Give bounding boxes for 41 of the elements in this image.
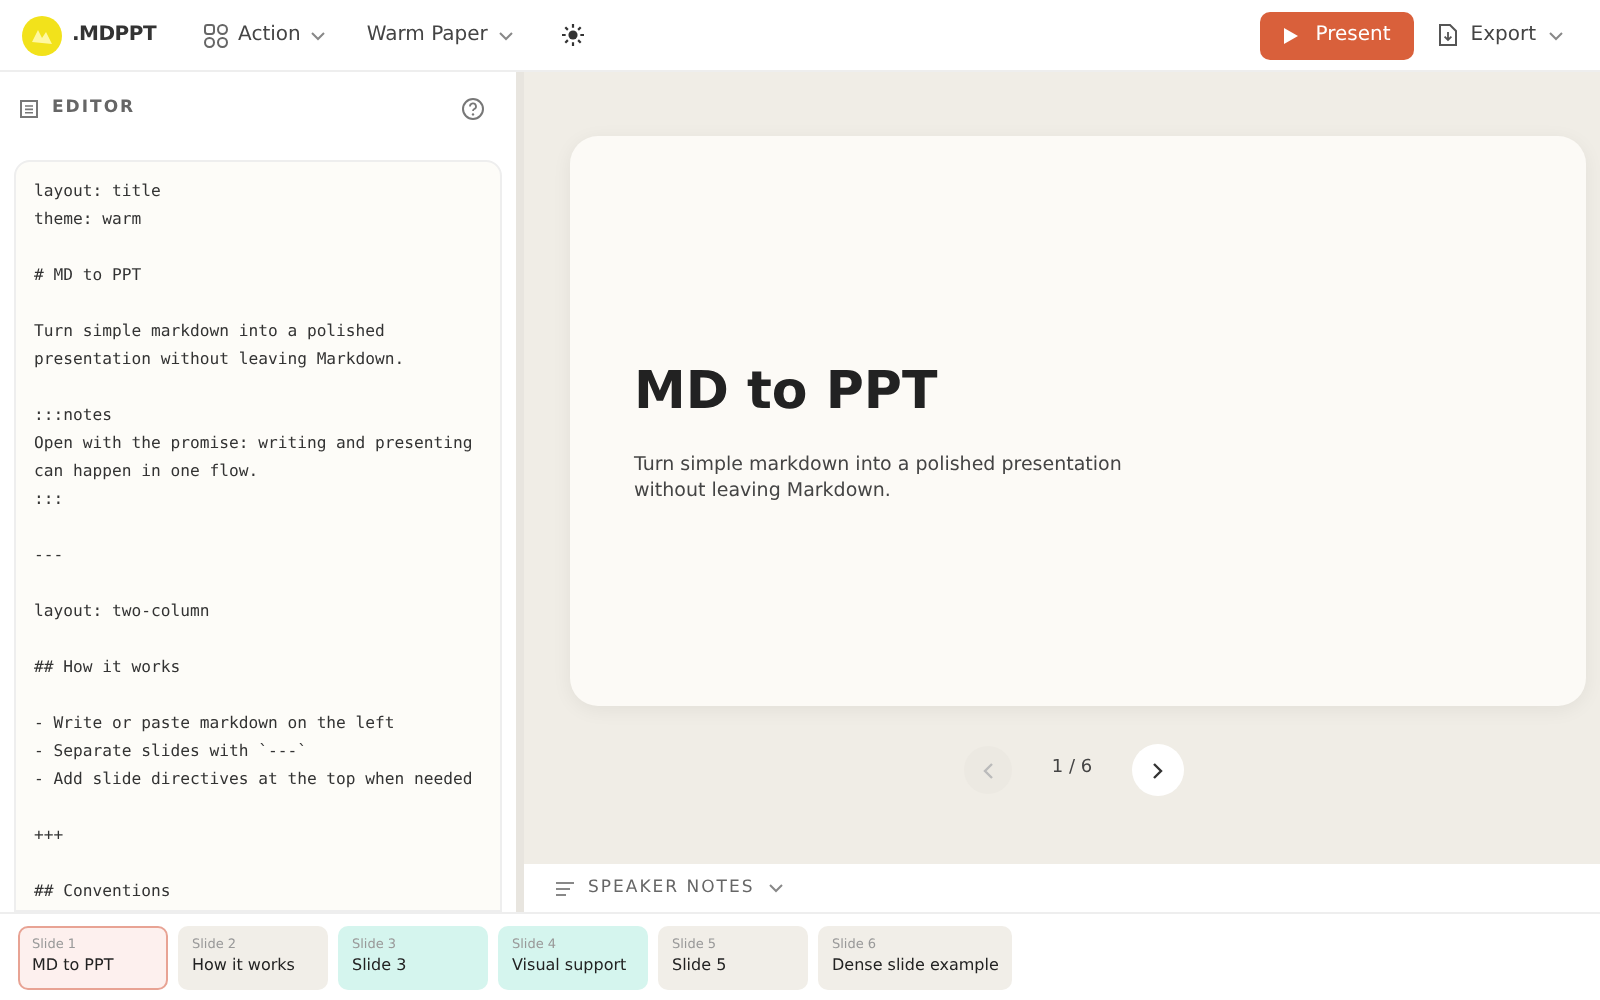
code-line: ## Conventions (34, 878, 173, 904)
code-line: presentation without leaving Markdown. (34, 346, 407, 372)
code-line: ::: (34, 486, 66, 512)
slide-title: MD to PPT (634, 360, 940, 426)
menu-button[interactable]: Action (204, 20, 327, 50)
chevron-down-icon (310, 27, 327, 43)
menu-button[interactable]: Warm Paper (366, 20, 514, 50)
code-line: can happen in one flow. (34, 458, 261, 484)
app-logo: .MDPPT (72, 22, 157, 50)
chevron-right-icon (1152, 761, 1165, 779)
code-line: ## How it works (34, 654, 183, 680)
help-icon[interactable] (462, 97, 484, 119)
page-counter: 1 / 6 (1051, 756, 1093, 783)
logo-icon (20, 13, 64, 57)
present-button[interactable]: Present (1259, 11, 1415, 59)
chevron-down-icon (497, 27, 514, 43)
chevron-down-icon (1548, 27, 1564, 43)
code-line: --- (34, 542, 66, 568)
export-button[interactable]: Export (1438, 20, 1564, 50)
file-icon (1438, 24, 1459, 46)
document-icon (20, 99, 38, 117)
code-line: Open with the promise: writing and presenting (34, 430, 475, 456)
theme-toggle-icon[interactable] (561, 24, 584, 46)
slide-subtitle: Turn simple markdown into a polished presentation without leaving Markdown. (634, 452, 1124, 504)
speaker-notes-toggle[interactable]: SPEAKER NOTES (524, 864, 1600, 912)
panel-title: EDITOR (52, 95, 136, 121)
code-line: - Write or paste markdown on the left (34, 710, 397, 736)
code-line: :::notes (34, 402, 114, 428)
code-line: - Separate slides with `---` (34, 738, 309, 764)
grid-icon (204, 23, 229, 47)
chevron-left-icon (981, 761, 994, 779)
code-line: layout: title (34, 178, 163, 204)
code-line: layout: two-column (34, 598, 212, 624)
code-line: # MD to PPT (34, 262, 144, 288)
code-line: - Add slide directives at the top when needed (34, 766, 475, 792)
code-line: Turn simple markdown into a polished (34, 318, 387, 344)
code-line: theme: warm (34, 206, 144, 232)
chevron-down-icon (768, 880, 785, 896)
play-icon (1283, 27, 1298, 43)
lines-icon (556, 881, 574, 895)
code-line: +++ (34, 822, 66, 848)
